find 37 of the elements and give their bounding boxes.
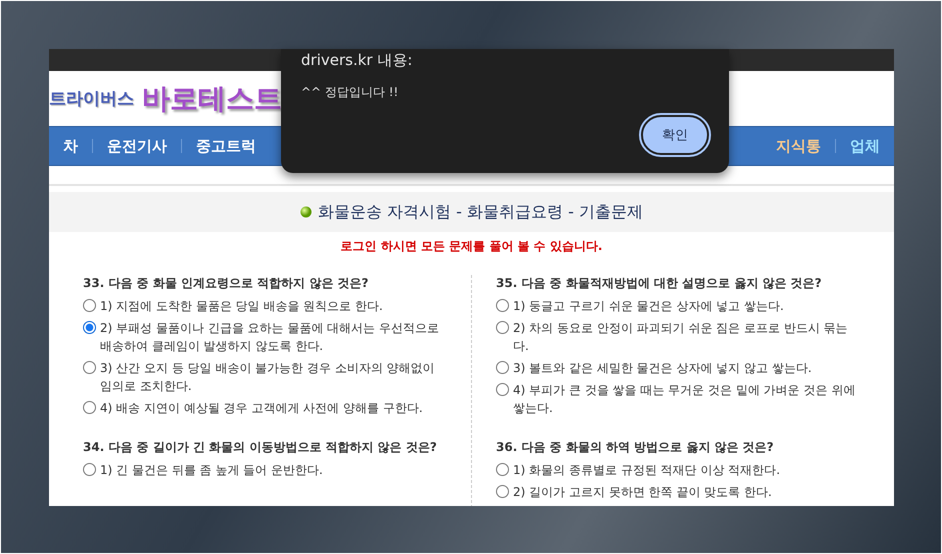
radio-button[interactable] <box>83 321 96 334</box>
radio-button[interactable] <box>496 361 509 374</box>
question-text: 33. 다음 중 화물 인계요령으로 적합하지 않은 것은? <box>83 275 370 292</box>
bullet-icon <box>300 206 312 218</box>
radio-button[interactable] <box>496 485 509 498</box>
radio-button[interactable] <box>83 463 96 476</box>
dialog-message: ^^ 정답입니다 !! <box>301 84 400 101</box>
nav-link[interactable]: 중고트럭 <box>181 139 270 153</box>
nav-link[interactable]: 차 <box>49 139 92 153</box>
option-text[interactable]: 1) 화물의 종류별로 규정된 적재단 이상 적재한다. <box>513 461 780 479</box>
option-text[interactable]: 2) 부패성 물품이나 긴급을 요하는 물품에 대해서는 우선적으로 배송하여 클레임이 발생하지 않도록 한다. <box>100 319 447 355</box>
page-title: 화물운송 자격시험 - 화물취급요령 - 기출문제 <box>318 202 643 222</box>
dialog-title: drivers.kr 내용: <box>301 51 414 70</box>
login-notice: 로그인 하시면 모든 문제를 풀어 볼 수 있습니다. <box>340 238 604 255</box>
question-text: 36. 다음 중 화물의 하역 방법으로 옳지 않은 것은? <box>496 439 775 456</box>
radio-button[interactable] <box>496 299 509 312</box>
option-text[interactable]: 1) 긴 물건은 뒤를 좀 높게 들어 운반한다. <box>100 461 323 479</box>
radio-button[interactable] <box>83 361 96 374</box>
nav-link[interactable]: 운전기사 <box>92 139 181 153</box>
radio-button[interactable] <box>83 299 96 312</box>
option-text[interactable]: 2) 길이가 고르지 못하면 한쪽 끝이 맞도록 한다. <box>513 483 772 501</box>
question-text: 34. 다음 중 길이가 긴 화물의 이동방법으로 적합하지 않은 것은? <box>83 439 438 456</box>
option-text[interactable]: 3) 산간 오지 등 당일 배송이 불가능한 경우 소비자의 양해없이 임의로 조치한다. <box>100 359 447 395</box>
logo-text: 바로테스트 <box>142 80 282 116</box>
radio-button[interactable] <box>83 401 96 414</box>
option-text[interactable]: 2) 차의 동요로 안정이 파괴되기 쉬운 짐은 로프로 반드시 묶는다. <box>513 319 860 355</box>
option-text[interactable]: 1) 둥글고 구르기 쉬운 물건은 상자에 넣고 쌓는다. <box>513 297 784 315</box>
option-text[interactable]: 3) 볼트와 같은 세밀한 물건은 상자에 넣지 않고 쌓는다. <box>513 359 812 377</box>
radio-button[interactable] <box>496 383 509 396</box>
ok-button[interactable]: 확인 <box>641 115 709 155</box>
radio-button[interactable] <box>496 463 509 476</box>
question-text: 35. 다음 중 화물적재방법에 대한 설명으로 옳지 않은 것은? <box>496 275 823 292</box>
radio-button[interactable] <box>496 321 509 334</box>
option-text[interactable]: 4) 부피가 큰 것을 쌓을 때는 무거운 것은 밑에 가벼운 것은 위에 쌓는다. <box>513 381 860 417</box>
option-text[interactable]: 4) 배송 지연이 예상될 경우 고객에게 사전에 양해를 구한다. <box>100 399 423 417</box>
option-text[interactable]: 1) 지점에 도착한 물품은 당일 배송을 원칙으로 한다. <box>100 297 383 315</box>
logo-prefix: 트라이버스 <box>49 88 134 110</box>
